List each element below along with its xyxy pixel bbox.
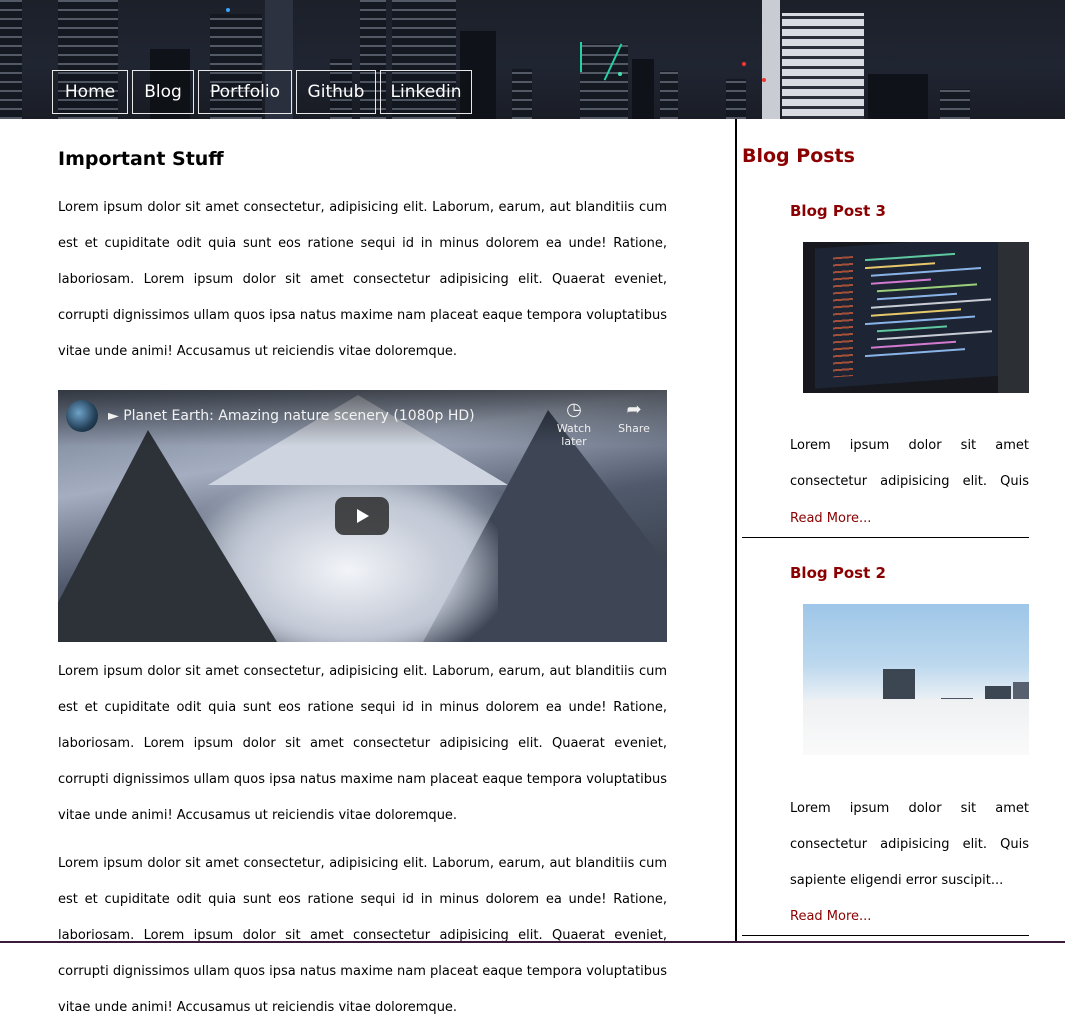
share-button[interactable]: ➦ Share <box>604 399 664 436</box>
play-button[interactable] <box>335 497 389 535</box>
nav-linkedin-link[interactable]: Linkedin <box>380 70 472 114</box>
channel-avatar[interactable] <box>66 400 98 432</box>
read-more-link[interactable]: Read More... <box>790 909 871 924</box>
page-title: Important Stuff <box>58 148 224 170</box>
column-divider <box>735 119 737 943</box>
share-arrow-icon: ➦ <box>626 399 642 420</box>
post-separator <box>742 935 1029 936</box>
post-image-skyline[interactable] <box>803 604 1029 755</box>
post-separator <box>742 537 1029 538</box>
blog-post-card: Blog Post 3 Lorem ipsum dolor sit amet c… <box>742 119 1029 539</box>
nav-portfolio-link[interactable]: Portfolio <box>198 70 292 114</box>
watch-later-button[interactable]: ◷ Watch later <box>544 399 604 449</box>
header-banner: Home Blog Portfolio Github Linkedin <box>0 0 1065 119</box>
post-title[interactable]: Blog Post 3 <box>790 202 886 220</box>
post-excerpt: Lorem ipsum dolor sit amet consectetur a… <box>790 801 1029 888</box>
content-paragraph-2: Lorem ipsum dolor sit amet consectetur, … <box>58 664 667 823</box>
nav-github-link[interactable]: Github <box>296 70 376 114</box>
content-paragraph-3: Lorem ipsum dolor sit amet consectetur, … <box>58 856 667 1015</box>
share-label: Share <box>618 422 650 435</box>
post-excerpt: Lorem ipsum dolor sit amet consectetur a… <box>790 438 1029 489</box>
watch-later-label: Watch later <box>556 422 592 448</box>
video-title[interactable]: ► Planet Earth: Amazing nature scenery (… <box>108 408 475 424</box>
video-embed[interactable]: ► Planet Earth: Amazing nature scenery (… <box>58 390 667 642</box>
nav-blog-link[interactable]: Blog <box>132 70 194 114</box>
main-nav: Home Blog Portfolio Github Linkedin <box>52 70 472 114</box>
read-more-link[interactable]: Read More... <box>790 511 871 526</box>
clock-icon: ◷ <box>566 399 582 420</box>
nav-home-link[interactable]: Home <box>52 70 128 114</box>
blog-post-card: Blog Post 2 Lorem ipsum dolor sit amet c… <box>742 539 1029 943</box>
content-paragraph-1: Lorem ipsum dolor sit amet consectetur, … <box>58 200 667 359</box>
post-title[interactable]: Blog Post 2 <box>790 564 886 582</box>
post-image-code[interactable] <box>803 242 1029 393</box>
main-content: Important Stuff Lorem ipsum dolor sit am… <box>58 119 667 1015</box>
